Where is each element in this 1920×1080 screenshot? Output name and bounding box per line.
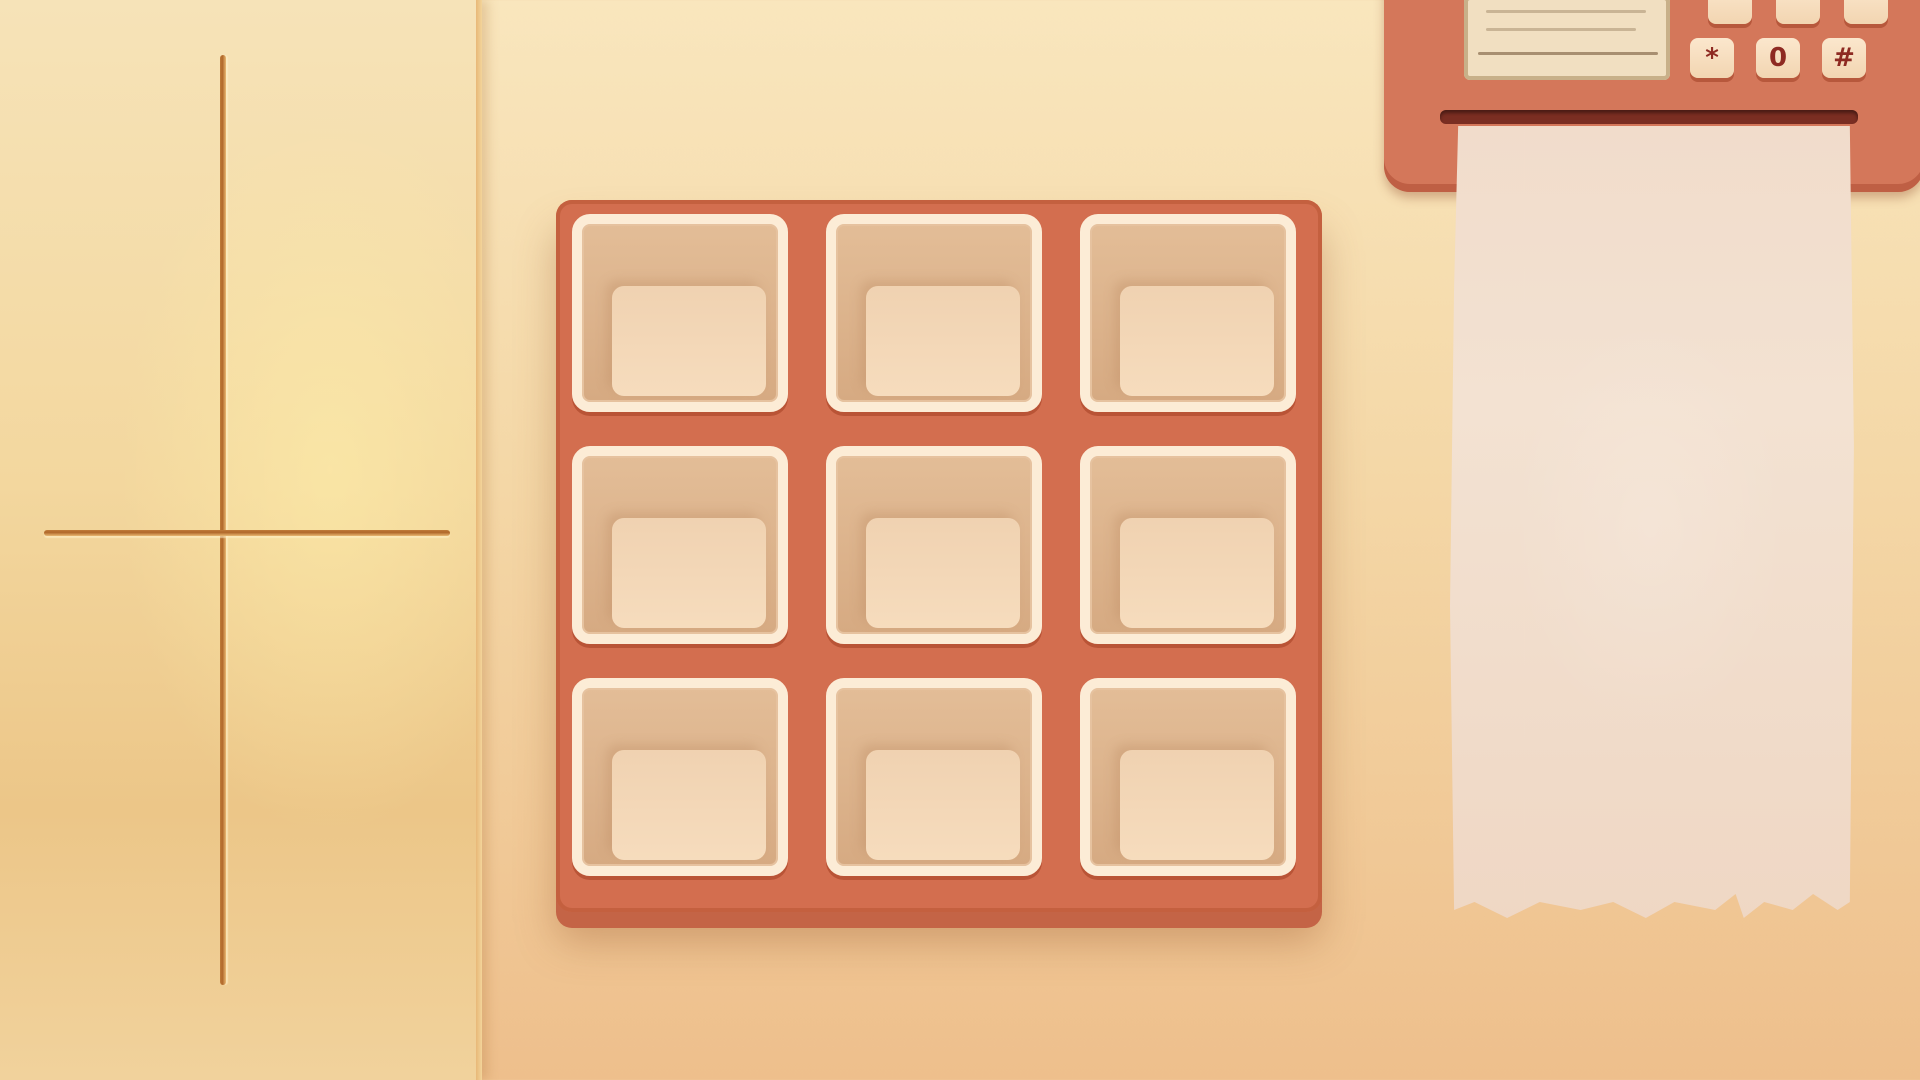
cross-groove-vertical: [220, 55, 226, 985]
keypad-key-zero[interactable]: 0: [1756, 38, 1800, 78]
tray-slot-9[interactable]: [1080, 678, 1296, 876]
receipt-paper[interactable]: [1450, 126, 1854, 918]
cross-groove-horizontal: [44, 530, 450, 536]
tray-slot-7[interactable]: [572, 678, 788, 876]
tray-slot-2[interactable]: [826, 214, 1042, 412]
phone-screen: [1464, 0, 1670, 80]
keypad-key-top-2[interactable]: [1776, 0, 1820, 24]
tray-slot-6[interactable]: [1080, 446, 1296, 644]
tray-grid: [572, 214, 1296, 876]
tray-slot-3[interactable]: [1080, 214, 1296, 412]
paper-panel: [0, 0, 482, 1080]
screen-line: [1478, 52, 1658, 55]
screen-line: [1486, 10, 1646, 13]
keypad-key-star[interactable]: *: [1690, 38, 1734, 78]
keypad-key-top-1[interactable]: [1708, 0, 1752, 24]
keypad-key-top-3[interactable]: [1844, 0, 1888, 24]
tray-slot-1[interactable]: [572, 214, 788, 412]
receipt-slot: [1440, 110, 1858, 124]
keypad-key-hash[interactable]: #: [1822, 38, 1866, 78]
tray-slot-8[interactable]: [826, 678, 1042, 876]
tray-slot-5[interactable]: [826, 446, 1042, 644]
tray-slot-4[interactable]: [572, 446, 788, 644]
screen-line: [1486, 28, 1636, 31]
sorting-tray: [556, 200, 1322, 912]
